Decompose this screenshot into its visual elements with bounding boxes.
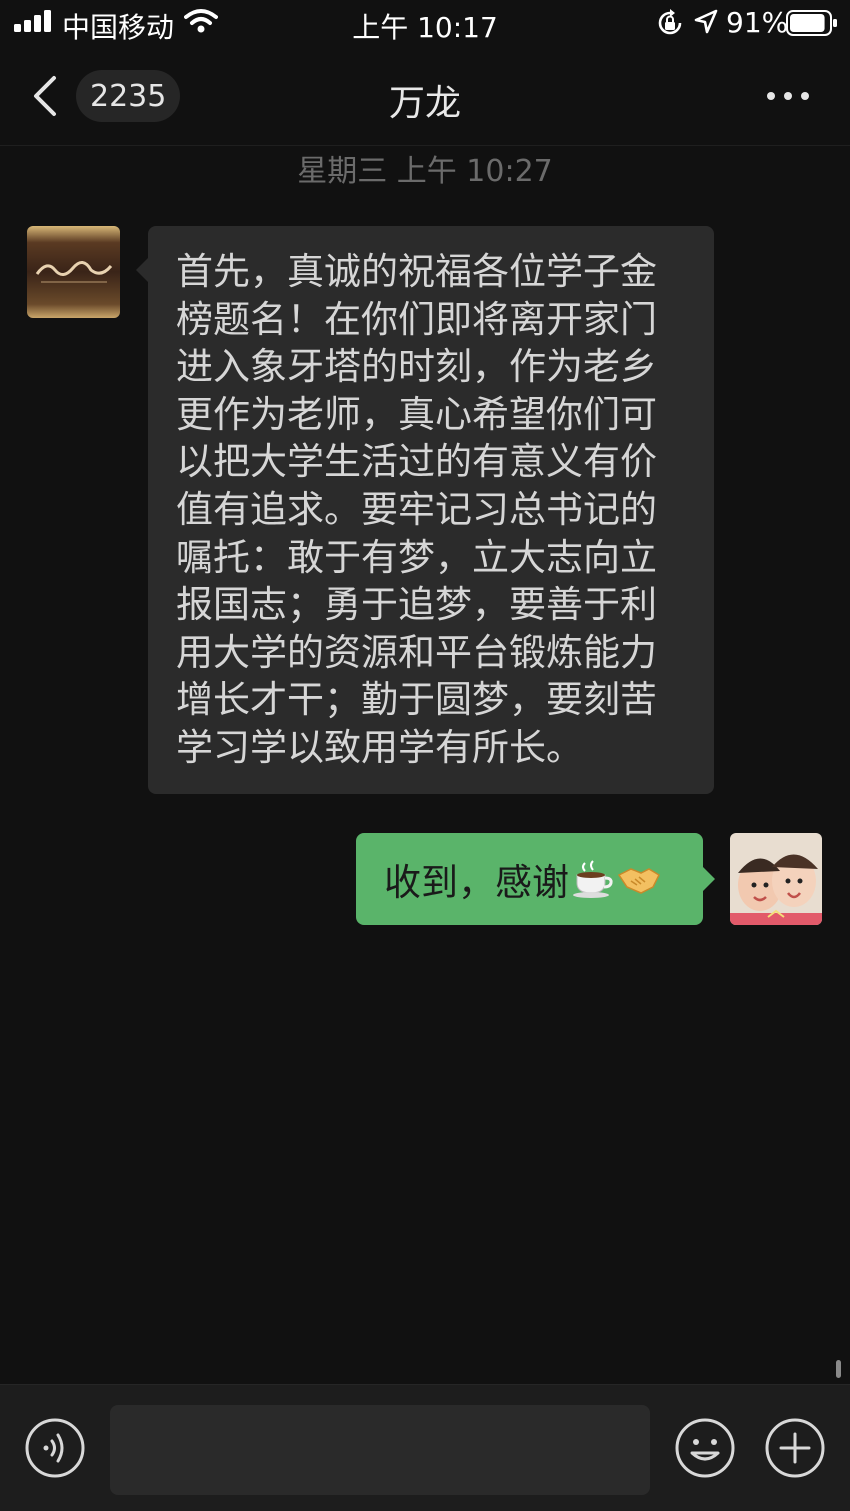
outgoing-message-text: 收到，感谢	[384, 861, 569, 904]
battery-icon	[786, 10, 837, 36]
more-functions-button[interactable]	[764, 1417, 826, 1479]
voice-input-button[interactable]	[24, 1417, 86, 1479]
incoming-message-bubble[interactable]: 首先，真诚的祝福各位学子金榜题名！在你们即将离开家门进入象牙塔的时刻，作为老乡更…	[136, 226, 714, 794]
status-time: 上午 10:17	[352, 11, 498, 44]
battery-percentage: 91%	[726, 6, 789, 39]
incoming-message-text: 首先，真诚的祝福各位学子金榜题名！在你们即将离开家门进入象牙塔的时刻，作为老乡更…	[176, 250, 657, 769]
contact-avatar[interactable]	[27, 226, 120, 318]
rotation-lock-icon	[658, 9, 682, 35]
message-input[interactable]	[110, 1405, 650, 1495]
location-arrow-icon	[694, 9, 718, 34]
coffee-icon	[573, 860, 613, 898]
chat-title: 万龙	[388, 83, 461, 124]
handshake-icon	[617, 868, 660, 894]
my-avatar[interactable]	[730, 833, 822, 925]
scrollbar[interactable]	[836, 1360, 841, 1378]
input-toolbar	[0, 1384, 850, 1511]
emoji-button[interactable]	[674, 1417, 736, 1479]
chat-header: 2235 万龙	[0, 48, 850, 146]
outgoing-message-bubble[interactable]: 收到，感谢	[356, 833, 715, 925]
message-timestamp: 星期三 上午 10:27	[297, 154, 553, 189]
message-list[interactable]: 星期三 上午 10:27 首先，真诚的祝福各位学子金榜题名！在你们即将离开家门进…	[0, 146, 850, 1384]
more-options-icon[interactable]	[766, 88, 810, 104]
status-bar: 中国移动 上午 10:17 91%	[0, 0, 850, 48]
